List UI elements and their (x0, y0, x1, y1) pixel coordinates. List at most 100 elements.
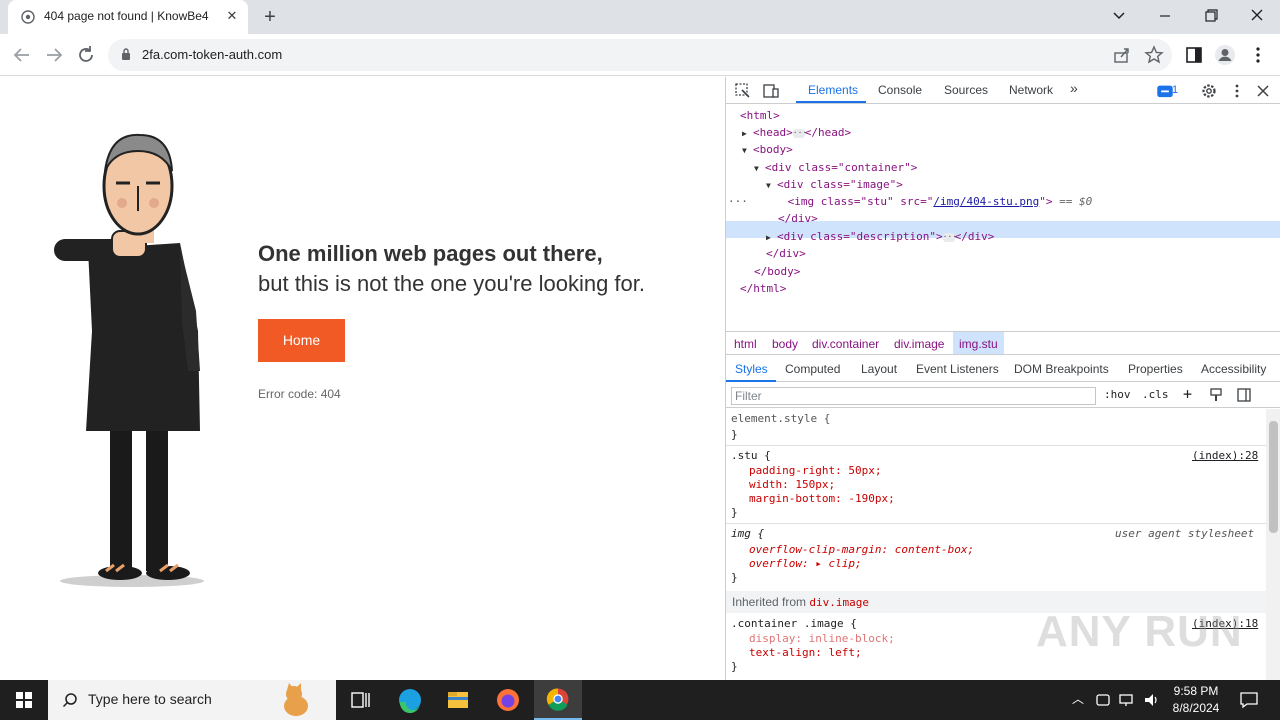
paint-brush-icon[interactable] (1209, 388, 1223, 402)
class-toggle[interactable]: .cls (1142, 388, 1169, 401)
styles-filter-input[interactable]: Filter (731, 387, 1096, 405)
firefox-icon[interactable] (484, 680, 532, 720)
dom-node-container[interactable]: ▼ <div class="container"> (754, 159, 917, 176)
browser-tab[interactable]: 404 page not found | KnowBe4 ✕ (8, 0, 248, 34)
address-bar[interactable]: 2fa.com-token-auth.com (108, 39, 1172, 71)
home-button[interactable]: Home (258, 319, 345, 362)
tab-properties[interactable]: Properties (1128, 362, 1183, 376)
close-tab-icon[interactable]: ✕ (224, 8, 240, 24)
chrome-icon[interactable] (534, 680, 582, 720)
stu-rule-source[interactable]: (index):28 (1192, 449, 1258, 463)
dom-node-head[interactable]: ▶ <head>···</head> (742, 124, 851, 141)
more-tabs-icon[interactable]: » (1070, 80, 1078, 96)
profile-avatar-icon[interactable] (1214, 44, 1236, 66)
task-view-icon[interactable] (336, 680, 384, 720)
forward-arrow-icon[interactable] (41, 42, 67, 68)
bookmark-star-icon[interactable] (1144, 45, 1164, 65)
container-image-rule-selector[interactable]: .container .image { (731, 617, 857, 631)
side-panel-icon[interactable] (1183, 44, 1205, 66)
breadcrumb-div-container[interactable]: div.container (812, 337, 879, 351)
breadcrumb-html[interactable]: html (734, 337, 757, 351)
error-code: Error code: 404 (258, 387, 341, 401)
style-property[interactable]: text-align: left; (749, 646, 862, 660)
tab-accessibility[interactable]: Accessibility (1201, 362, 1266, 376)
style-property[interactable]: overflow-clip-margin: content-box; (749, 543, 974, 557)
dom-node-image[interactable]: ▼ <div class="image"> (766, 176, 903, 193)
tab-elements[interactable]: Elements (808, 83, 858, 97)
breadcrumb-body[interactable]: body (772, 337, 798, 351)
more-menu-icon[interactable] (1247, 44, 1269, 66)
notifications-icon[interactable] (1238, 690, 1260, 710)
style-property-inherited[interactable]: display: inline-block; (749, 632, 895, 646)
network-icon[interactable] (1118, 690, 1136, 710)
minimize-icon[interactable] (1150, 4, 1180, 28)
file-explorer-icon[interactable] (434, 680, 482, 720)
show-hidden-icons-icon[interactable]: ︿ (1069, 690, 1087, 710)
headline-regular: but this is not the one you're looking f… (258, 271, 645, 296)
tab-search-icon[interactable] (1104, 4, 1134, 28)
tab-network[interactable]: Network (1009, 83, 1053, 97)
breadcrumb-img-stu[interactable]: img.stu (959, 337, 998, 351)
styles-filter-bar: Filter :hov .cls + (726, 382, 1280, 408)
rule-close-brace: } (731, 506, 738, 519)
back-arrow-icon[interactable] (9, 42, 35, 68)
close-devtools-icon[interactable] (1254, 82, 1272, 100)
dom-node-img-stu[interactable]: ··· <img class="stu" src="/img/404-stu.p… (728, 193, 1092, 210)
styles-scrollbar[interactable] (1266, 409, 1280, 680)
devtools-panel: Elements Console Sources Network » 1 <ht… (725, 77, 1280, 680)
page-content: One million web pages out there, but thi… (0, 77, 725, 680)
tab-dom-breakpoints[interactable]: DOM Breakpoints (1014, 362, 1109, 376)
reload-icon[interactable] (73, 42, 99, 68)
tab-sources[interactable]: Sources (944, 83, 988, 97)
restore-icon[interactable] (1196, 4, 1226, 28)
tab-event-listeners[interactable]: Event Listeners (916, 362, 999, 376)
dom-node-body-close[interactable]: </body> (754, 263, 800, 280)
device-toolbar-icon[interactable] (762, 82, 780, 100)
issues-count[interactable]: 1 (1172, 84, 1178, 96)
style-property[interactable]: overflow: ▸ clip; (749, 557, 862, 571)
element-style-rule[interactable]: element.style { (731, 412, 830, 426)
tab-computed[interactable]: Computed (785, 362, 840, 376)
browser-toolbar: 2fa.com-token-auth.com (0, 34, 1280, 76)
dom-node-body[interactable]: ▼ <body> (742, 141, 793, 158)
volume-icon[interactable] (1142, 690, 1160, 710)
scrollbar-thumb[interactable] (1269, 421, 1278, 533)
inspect-element-icon[interactable] (734, 82, 752, 100)
globe-icon (21, 10, 35, 24)
search-placeholder: Type here to search (88, 691, 212, 707)
dom-node-html[interactable]: <html> (740, 107, 780, 124)
new-style-rule-icon[interactable]: + (1183, 385, 1192, 403)
toggle-sidebar-icon[interactable] (1237, 388, 1251, 402)
style-property[interactable]: width: 150px; (749, 478, 835, 492)
dom-node-html-close[interactable]: </html> (740, 280, 786, 297)
close-window-icon[interactable] (1242, 4, 1272, 28)
style-property[interactable]: margin-bottom: -190px; (749, 492, 895, 506)
lock-icon[interactable] (121, 48, 131, 61)
style-property[interactable]: padding-right: 50px; (749, 464, 881, 478)
breadcrumb-div-image[interactable]: div.image (894, 337, 944, 351)
tab-layout[interactable]: Layout (861, 362, 897, 376)
dom-node-image-close[interactable]: </div> (778, 210, 818, 227)
windows-start-icon[interactable] (0, 680, 48, 720)
meet-now-icon[interactable] (1094, 690, 1112, 710)
hover-state-toggle[interactable]: :hov (1104, 388, 1131, 401)
url-text[interactable]: 2fa.com-token-auth.com (142, 47, 282, 62)
devtools-menu-icon[interactable] (1228, 82, 1246, 100)
taskbar-search-box[interactable]: Type here to search (48, 680, 336, 720)
tab-title: 404 page not found | KnowBe4 (44, 9, 209, 23)
tab-console[interactable]: Console (878, 83, 922, 97)
dom-node-description[interactable]: ▶ <div class="description">···</div> (766, 228, 994, 245)
img-rule-selector[interactable]: img { (731, 527, 764, 541)
system-clock[interactable]: 9:58 PM 8/8/2024 (1162, 683, 1230, 717)
stu-rule-selector[interactable]: .stu { (731, 449, 771, 463)
dom-node-container-close[interactable]: </div> (766, 245, 806, 262)
breadcrumb: html body div.container div.image img.st… (726, 331, 1280, 355)
rule-close-brace: } (731, 428, 738, 441)
new-tab-button[interactable]: + (258, 5, 282, 29)
share-icon[interactable] (1112, 45, 1132, 65)
settings-gear-icon[interactable] (1200, 82, 1218, 100)
inherited-from-link[interactable]: div.image (809, 596, 869, 609)
cat-illustration-icon (284, 683, 308, 716)
tab-styles[interactable]: Styles (735, 362, 768, 376)
edge-browser-icon[interactable] (386, 680, 434, 720)
